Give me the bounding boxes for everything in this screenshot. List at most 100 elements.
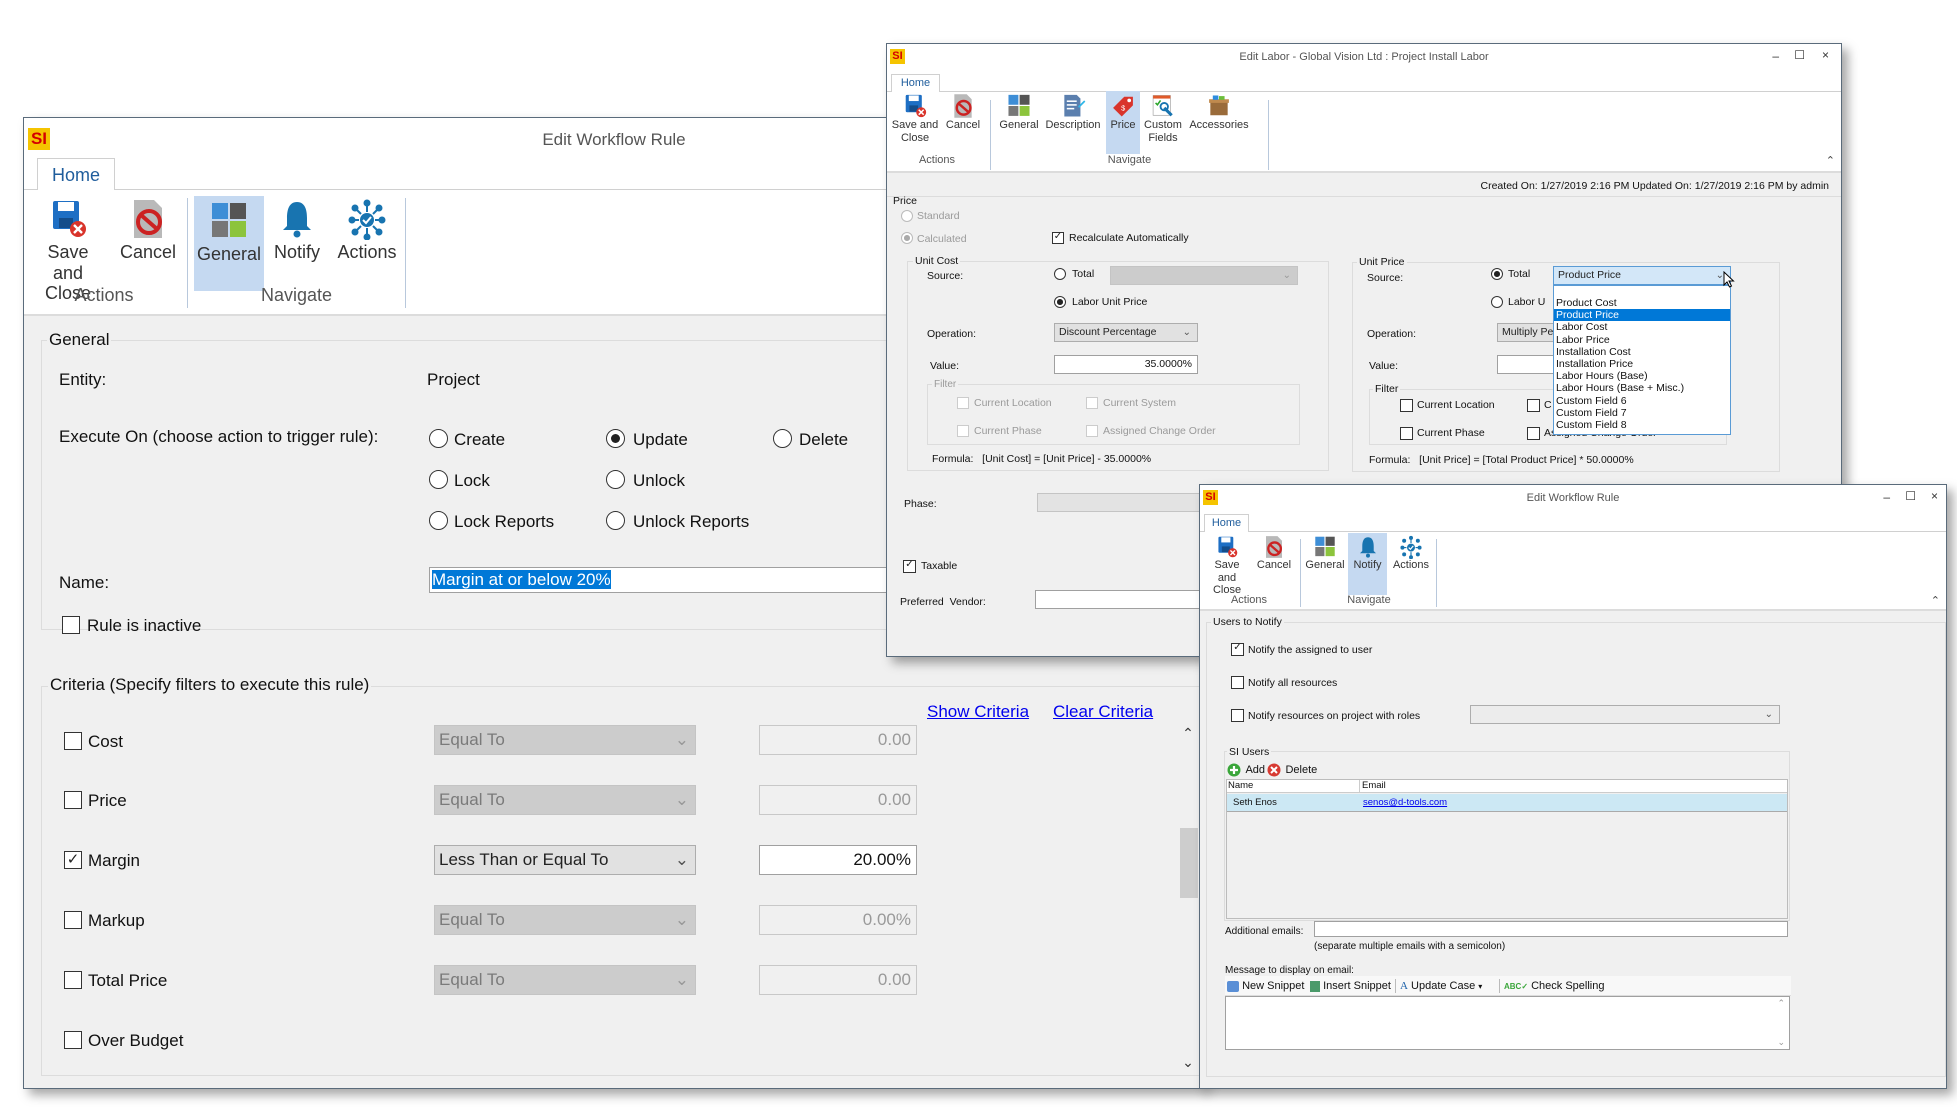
price-button[interactable]: $ Price [1106, 91, 1140, 154]
radio-lock-button[interactable] [429, 470, 448, 489]
scroll-up-icon[interactable]: ⌃ [1178, 725, 1198, 742]
dropdown-option[interactable] [1554, 286, 1730, 297]
unit-price-filter-assigned-change-order[interactable] [1527, 427, 1540, 440]
unit-price-radio-total[interactable] [1491, 268, 1503, 280]
margin-operator-select[interactable]: Less Than or Equal To ⌄ [434, 845, 696, 875]
over-budget-checkbox[interactable] [64, 1031, 82, 1049]
unit-price-operation-select[interactable]: Multiply Per [1497, 323, 1557, 342]
cancel-button[interactable]: Cancel [116, 198, 180, 268]
dropdown-option[interactable]: Custom Field 8 [1554, 419, 1730, 431]
rule-inactive-box[interactable] [62, 616, 80, 634]
roles-select[interactable]: ⌄ [1470, 705, 1780, 724]
markup-operator-select[interactable]: Equal To ⌄ [434, 905, 696, 935]
cancel-button[interactable]: Cancel [1254, 535, 1294, 580]
notify-all-resources-checkbox[interactable] [1231, 676, 1244, 689]
cancel-button[interactable]: Cancel [943, 93, 983, 138]
new-snippet-button[interactable]: New Snippet [1227, 976, 1304, 996]
textarea-scroll-up-icon[interactable]: ⌃ [1777, 998, 1785, 1009]
dropdown-option[interactable]: Labor Cost [1554, 321, 1730, 333]
dropdown-option[interactable]: Installation Price [1554, 358, 1730, 370]
unit-cost-total-select[interactable]: ⌄ [1110, 266, 1298, 285]
notify-button[interactable]: Notify [266, 198, 328, 268]
margin-checkbox[interactable] [64, 850, 82, 869]
update-case-button[interactable]: A Update Case ▾ [1400, 976, 1482, 997]
taxable-checkbox[interactable] [903, 559, 916, 573]
total-price-operator-select[interactable]: Equal To ⌄ [434, 965, 696, 995]
radio-delete-button[interactable] [773, 429, 792, 448]
cost-value-input[interactable]: 0.00 [759, 725, 917, 755]
unit-cost-filter-current-location[interactable] [957, 397, 969, 409]
unit-cost-operation-select[interactable]: Discount Percentage ⌄ [1054, 323, 1198, 342]
actions-button[interactable]: Actions [1389, 535, 1433, 580]
price-checkbox[interactable] [64, 791, 82, 809]
markup-value-input[interactable]: 0.00% [759, 905, 917, 935]
insert-snippet-button[interactable]: Insert Snippet [1310, 976, 1391, 996]
unit-cost-filter-current-phase[interactable] [957, 425, 969, 437]
cost-operator-select[interactable]: Equal To ⌄ [434, 725, 696, 755]
radio-unlock-reports-button[interactable] [606, 511, 625, 530]
additional-emails-input[interactable] [1314, 921, 1788, 937]
tab-home[interactable]: Home [37, 158, 115, 190]
notify-roles-checkbox[interactable] [1231, 709, 1244, 722]
general-button[interactable]: General [1304, 535, 1346, 580]
cost-checkbox[interactable] [64, 732, 82, 750]
save-and-close-button[interactable]: Save and Close [889, 93, 941, 153]
dropdown-option[interactable]: Labor Hours (Base + Misc.) [1554, 382, 1730, 394]
margin-value-input[interactable]: 20.00% [759, 845, 917, 875]
save-and-close-button[interactable]: Save and Close [1202, 535, 1252, 596]
dropdown-option[interactable]: Product Price [1554, 309, 1730, 322]
dropdown-option[interactable]: Custom Field 6 [1554, 395, 1730, 407]
maximize-button[interactable]: ☐ [1905, 489, 1916, 503]
cell-email-link[interactable]: senos@d-tools.com [1363, 794, 1447, 812]
unit-price-filter-current-phase[interactable] [1400, 427, 1413, 440]
maximize-button[interactable]: ☐ [1794, 48, 1805, 62]
tab-home[interactable]: Home [1204, 514, 1249, 532]
dropdown-option[interactable]: Custom Field 7 [1554, 407, 1730, 419]
dropdown-option[interactable]: Labor Price [1554, 334, 1730, 346]
unit-price-filter-current-system[interactable] [1527, 399, 1540, 412]
radio-unlock-button[interactable] [606, 470, 625, 489]
unit-price-total-select[interactable]: Product Price ⌄ [1553, 266, 1731, 285]
price-operator-select[interactable]: Equal To ⌄ [434, 785, 696, 815]
minimize-button[interactable]: – [1772, 49, 1779, 63]
show-criteria-link[interactable]: Show Criteria [927, 702, 1029, 722]
total-price-checkbox[interactable] [64, 971, 82, 989]
add-user-button[interactable]: Add [1227, 761, 1265, 777]
unit-cost-radio-total[interactable] [1054, 268, 1066, 280]
close-button[interactable]: × [1931, 489, 1938, 503]
price-value-input[interactable]: 0.00 [759, 785, 917, 815]
column-header-email[interactable]: Email [1362, 780, 1386, 791]
textarea-scroll-down-icon[interactable]: ⌄ [1777, 1037, 1785, 1048]
scroll-down-icon[interactable]: ⌄ [1178, 1054, 1198, 1071]
check-spelling-button[interactable]: ABC✓ Check Spelling [1504, 976, 1604, 997]
unit-cost-filter-assigned-change-order[interactable] [1086, 425, 1098, 437]
tab-home[interactable]: Home [891, 74, 940, 92]
notify-button[interactable]: Notify [1348, 533, 1387, 595]
close-button[interactable]: × [1822, 48, 1829, 62]
minimize-button[interactable]: – [1883, 490, 1890, 504]
column-header-name[interactable]: Name [1228, 780, 1360, 793]
clear-criteria-link[interactable]: Clear Criteria [1053, 702, 1153, 722]
unit-price-filter-current-location[interactable] [1400, 399, 1413, 412]
description-button[interactable]: Description [1042, 93, 1104, 138]
general-button[interactable]: General [997, 93, 1041, 138]
custom-fields-button[interactable]: Custom Fields [1141, 93, 1185, 153]
collapse-ribbon-icon[interactable]: ⌃ [1931, 594, 1940, 607]
delete-user-button[interactable]: Delete [1267, 761, 1317, 777]
radio-standard[interactable] [901, 210, 913, 222]
accessories-button[interactable]: Accessories [1187, 93, 1251, 138]
message-textarea[interactable]: ⌃ ⌄ [1225, 996, 1790, 1050]
dropdown-option[interactable]: Labor Hours (Base) [1554, 370, 1730, 382]
radio-create-button[interactable] [429, 429, 448, 448]
general-button[interactable]: General [194, 196, 264, 291]
dropdown-option[interactable]: Installation Cost [1554, 346, 1730, 358]
radio-update-button[interactable] [606, 429, 625, 448]
recalculate-checkbox[interactable] [1052, 231, 1064, 244]
unit-price-value-input[interactable] [1497, 355, 1557, 374]
unit-price-radio-labor-unit[interactable] [1491, 296, 1503, 308]
scrollbar-thumb[interactable] [1180, 828, 1198, 898]
actions-button[interactable]: Actions [330, 198, 404, 268]
collapse-ribbon-icon[interactable]: ⌃ [1826, 154, 1835, 167]
dropdown-option[interactable]: Product Cost [1554, 297, 1730, 309]
unit-cost-radio-labor-unit-price[interactable] [1054, 296, 1066, 308]
